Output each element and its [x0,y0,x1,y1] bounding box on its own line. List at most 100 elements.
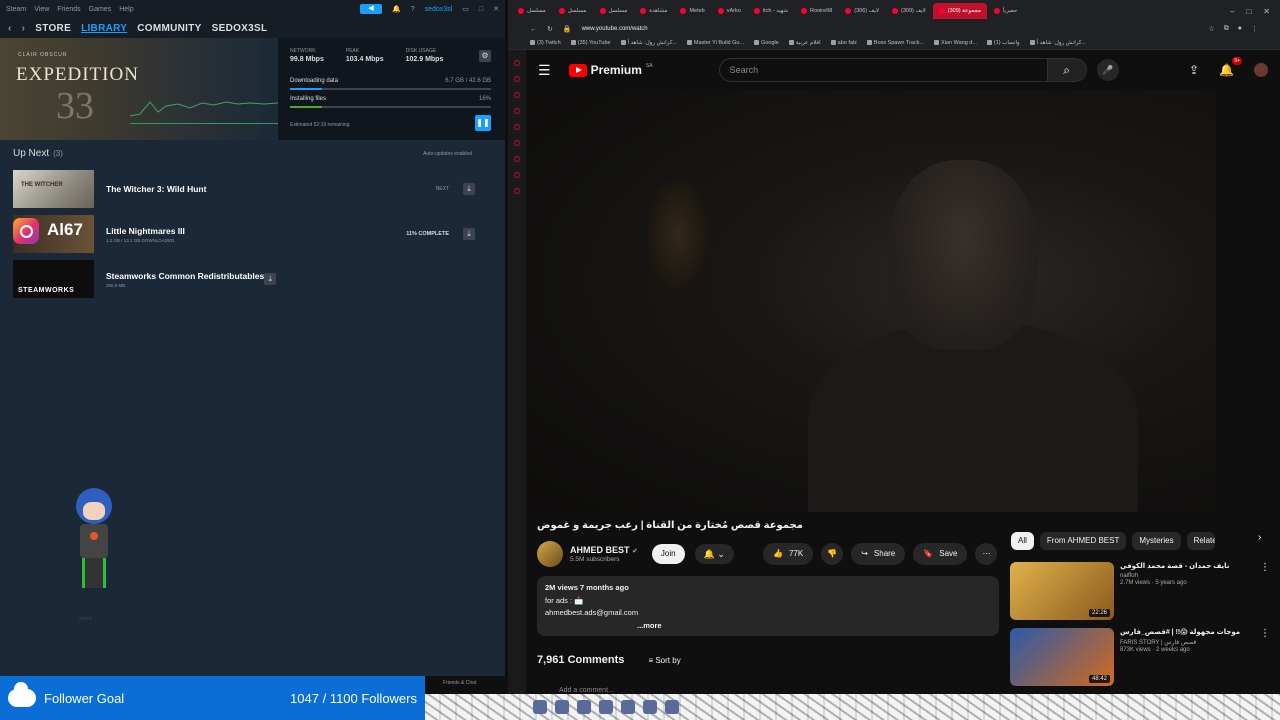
recommended-video[interactable]: 48:42 موجات مجهولة 😱!! | #قصص_فارس FARIS… [1010,628,1270,688]
reload-icon[interactable]: ↻ [547,25,553,33]
recommended-video[interactable]: 22:26 نايف حمدان - قصة محمد الكوفي naiff… [1010,562,1270,622]
browser-tab[interactable]: Rooire98 [795,3,838,19]
video-player[interactable] [528,90,1216,512]
save-button[interactable]: 🔖 Save [913,543,968,565]
game-banner[interactable]: CLAIR OBSCUR EXPEDITION 33 [0,38,278,140]
nav-community[interactable]: COMMUNITY [137,23,201,34]
browser-tab[interactable]: vArko [712,3,747,19]
close-icon[interactable]: ✕ [1263,7,1270,16]
kebab-menu-icon[interactable]: ⋮ [1260,562,1270,622]
maximize-icon[interactable]: □ [479,6,483,13]
bookmark-item[interactable]: كرانش رول: شاهد أ... [1029,40,1086,46]
browser-tab[interactable]: (309) لايف [886,3,932,19]
dislike-button[interactable]: 👎 [821,543,844,565]
steam-menu-view[interactable]: View [34,6,49,13]
description-box[interactable]: 2M views 7 months ago for ads : 📩 ahmedb… [537,576,999,636]
chevron-right-icon[interactable]: › [1258,532,1261,543]
show-more-link[interactable]: ...more [545,620,991,633]
browser-tab[interactable]: (309) مجموعة [932,3,987,19]
star-icon[interactable]: ☆ [1208,25,1214,33]
search-icon[interactable]: ⌕ [1046,58,1087,82]
browser-tab[interactable]: مسلسل [594,3,634,19]
download-icon[interactable]: ⤓ [463,228,475,240]
bookmark-item[interactable]: كرانش رول: شاهد أ... [620,40,677,46]
steam-menu-friends[interactable]: Friends [57,6,80,13]
pause-icon[interactable]: ❚❚ [475,115,491,131]
browser-tab[interactable]: مسلسل [553,3,593,19]
bookmark-item[interactable]: Xian Wang d... [934,40,977,46]
url-field[interactable]: www.youtube.com/watch [582,26,648,32]
profile-icon[interactable]: ● [1238,25,1242,33]
browser-tab[interactable]: Meteb [674,3,710,19]
sort-by-button[interactable]: ≡ Sort by [648,656,680,665]
avatar[interactable] [1254,63,1268,77]
chip-related[interactable]: Related [1186,532,1215,550]
steam-menu-games[interactable]: Games [89,6,112,13]
notifications-bell-icon[interactable]: 🔔 9+ [1219,57,1242,77]
bookmark-item[interactable]: (3) Twitch [530,40,561,46]
bookmark-item[interactable]: Master Yi Build Gu... [686,40,744,46]
queue-item[interactable]: Al67 Little Nightmares III 1.2 GB / 13.1… [13,214,475,254]
menu-icon[interactable]: ⋮ [1251,25,1258,33]
join-button[interactable]: Join [651,544,685,564]
chip-all[interactable]: All [1011,532,1034,550]
extensions-icon[interactable]: ⧉ [1224,25,1229,33]
maximize-icon[interactable]: □ [1246,7,1251,16]
browser-tab[interactable]: itch - شهيد [748,3,794,19]
channel-name[interactable]: AHMED BEST [570,545,630,555]
bookmark-item[interactable]: (35) YouTube [570,40,611,46]
gear-icon[interactable]: ⚙ [479,50,491,62]
chip-from-channel[interactable]: From AHMED BEST [1039,532,1127,550]
app-icon[interactable] [665,700,679,714]
app-icon[interactable] [577,700,591,714]
steam-menu-steam[interactable]: Steam [6,6,26,13]
subscribed-bell-button[interactable]: 🔔 ⌄ [694,544,734,564]
download-icon[interactable]: ⤓ [264,273,277,285]
app-icon[interactable] [621,700,635,714]
help-icon[interactable]: ? [411,6,415,13]
hamburger-menu-icon[interactable]: ☰ [538,62,551,79]
download-icon[interactable]: ⤓ [463,183,475,195]
bookmark-item[interactable]: Google [754,40,779,46]
add-comment-input[interactable]: Add a comment... [559,687,614,694]
upload-icon[interactable]: ⇪ [1189,63,1199,77]
bookmark-item[interactable]: Boss Spawn Track... [866,40,924,46]
channel-avatar[interactable] [537,541,563,567]
minimize-icon[interactable]: – [1230,7,1234,16]
back-arrow-icon[interactable]: ← [530,26,537,33]
bell-icon[interactable]: 🔔 [392,5,401,13]
account-menu[interactable]: sedox3sl [425,6,453,13]
forward-arrow-icon[interactable]: › [22,23,26,34]
microphone-icon[interactable]: 🎤 [1096,59,1119,81]
chip-mysteries[interactable]: Mysteries [1132,532,1181,550]
queue-item[interactable]: THE WITCHER The Witcher 3: Wild Hunt NEX… [13,169,475,209]
nav-store[interactable]: STORE [35,23,71,34]
youtube-logo[interactable]: Premium SA [568,63,653,77]
friends-chat-button[interactable]: Friends & Chat [443,680,476,686]
broadcast-icon[interactable]: ◀ [360,4,382,14]
browser-tab[interactable]: (306) لايف [839,3,885,19]
browser-tab[interactable]: مسلسل [512,3,552,19]
app-icon[interactable] [555,700,569,714]
browser-tab[interactable]: حصرياً [988,3,1023,19]
back-arrow-icon[interactable]: ‹ [8,23,12,34]
share-button[interactable]: ↪ Share [851,543,906,565]
bookmark-item[interactable]: (1) واتساب [986,40,1020,46]
search-input[interactable]: Search [718,58,1047,82]
app-icon[interactable] [599,700,613,714]
app-icon[interactable] [533,700,547,714]
bookmark-item[interactable]: abo falz [830,40,857,46]
minimize-icon[interactable]: ▭ [462,5,469,13]
kebab-menu-icon[interactable]: ⋮ [1260,628,1270,688]
description-email[interactable]: ahmedbest.ads@gmail.com [545,607,991,620]
queue-item[interactable]: STEAMWORKS Steamworks Common Redistribut… [13,259,475,299]
close-icon[interactable]: ✕ [493,5,499,13]
steam-menu-help[interactable]: Help [119,6,133,13]
more-actions-icon[interactable]: ⋯ [975,543,998,565]
like-button[interactable]: 👍 77K [763,543,814,565]
nav-profile[interactable]: SEDOX3SL [212,23,268,34]
browser-tab[interactable]: مشاهدة [634,3,673,19]
app-icon[interactable] [643,700,657,714]
bookmark-item[interactable]: افلام عربية [788,40,821,46]
nav-library[interactable]: LIBRARY [81,23,127,34]
